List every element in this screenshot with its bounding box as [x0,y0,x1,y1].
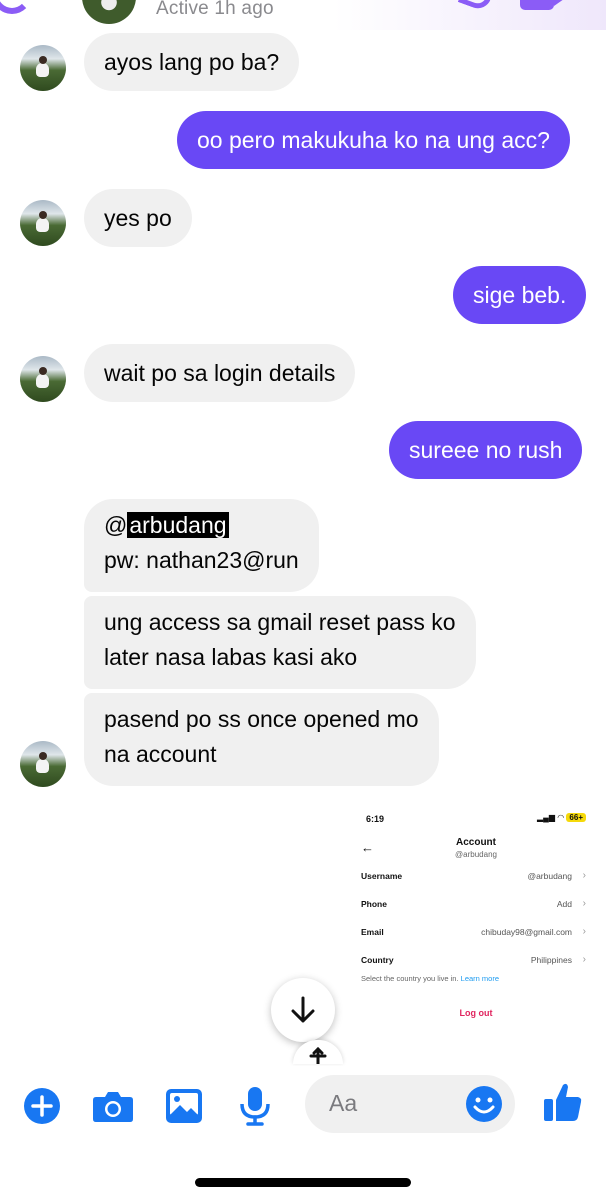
message-incoming[interactable]: yes po [84,189,192,247]
plus-icon[interactable] [20,1084,64,1128]
chat-screen: Active 1h ago ayos lang po ba? oo pero m… [0,0,606,1200]
note-text: Select the country you live in. [361,974,459,983]
home-indicator [195,1178,411,1187]
row-label: Country [361,955,394,965]
message-placeholder: Aa [329,1090,358,1116]
contact-avatar[interactable] [20,741,66,787]
message-incoming[interactable]: @arbudang pw: nathan23@run [84,499,319,592]
reaction-button[interactable] [293,1040,343,1064]
screenshot-logout: Log out [459,1008,493,1018]
row-value: Add [556,899,572,909]
message-line: @arbudang [104,508,299,543]
screenshot-status-time: 6:19 [366,814,385,824]
message-outgoing[interactable]: oo pero makukuha ko na ung acc? [177,111,570,169]
emoji-icon[interactable] [465,1085,503,1128]
phone-call-icon[interactable] [457,0,497,13]
row-value: chibuday98@gmail.com [481,927,572,937]
arrow-down-icon [291,996,315,1023]
chevron-right-icon: › [582,898,586,909]
row-value: Philippines [530,955,572,965]
chevron-right-icon: › [582,870,586,881]
message-incoming[interactable]: pasend po ss once opened mo na account [84,693,439,786]
learn-more-link: Learn more [460,974,500,983]
message-outgoing[interactable]: sureee no rush [389,421,583,479]
message-line: pasend po ss once opened mo [104,706,419,732]
contact-avatar[interactable] [20,45,66,91]
message-incoming[interactable]: ung access sa gmail reset pass ko later … [84,596,476,689]
row-label: Username [361,871,403,881]
gallery-icon[interactable] [162,1084,206,1128]
row-label: Email [361,927,384,937]
chevron-right-icon: › [582,954,586,965]
like-thumb-icon[interactable] [541,1080,585,1124]
video-call-icon[interactable] [520,0,564,10]
scroll-to-bottom-button[interactable] [271,978,335,1042]
message-line: later nasa labas kasi ako [104,644,358,670]
message-outgoing[interactable]: sige beb. [453,266,587,324]
contact-avatar[interactable] [20,356,66,402]
screenshot-row-username: Username @arbudang › [361,870,586,881]
microphone-icon[interactable] [233,1084,277,1128]
battery-icon: 66+ [566,813,586,822]
screenshot-note: Select the country you live in. Learn mo… [361,974,499,983]
screenshot-handle: @arbudang [455,850,497,859]
message-incoming[interactable]: wait po sa login details [84,344,356,402]
row-value: @arbudang [527,871,572,881]
message-input[interactable]: Aa [305,1075,515,1133]
message-line: pw: nathan23@run [104,547,299,573]
composer-bar: Aa [0,1066,606,1146]
move-icon [309,1046,327,1064]
chat-header: Active 1h ago [0,0,606,30]
chevron-right-icon: › [582,926,586,937]
back-icon[interactable] [0,0,32,14]
screenshot-row-country: Country Philippines › [361,954,586,965]
screenshot-row-email: Email chibuday98@gmail.com › [361,926,586,937]
message-line: ung access sa gmail reset pass ko [104,609,456,635]
contact-avatar[interactable] [20,200,66,246]
contact-avatar[interactable] [82,0,136,24]
screenshot-row-phone: Phone Add › [361,898,586,909]
message-incoming[interactable]: ayos lang po ba? [84,33,300,91]
camera-icon[interactable] [91,1084,135,1128]
screenshot-title: Account [456,837,496,848]
active-status: Active 1h ago [156,0,274,19]
at-sign: @ [104,512,128,538]
shared-screenshot[interactable]: 6:19 ▂▄▆ ◠ 66+ ← Account @arbudang Usern… [346,806,606,1068]
message-line: na account [104,741,217,767]
row-label: Phone [361,899,387,909]
screenshot-status-icons: ▂▄▆ ◠ 66+ [537,813,586,822]
highlighted-username: arbudang [127,512,229,538]
